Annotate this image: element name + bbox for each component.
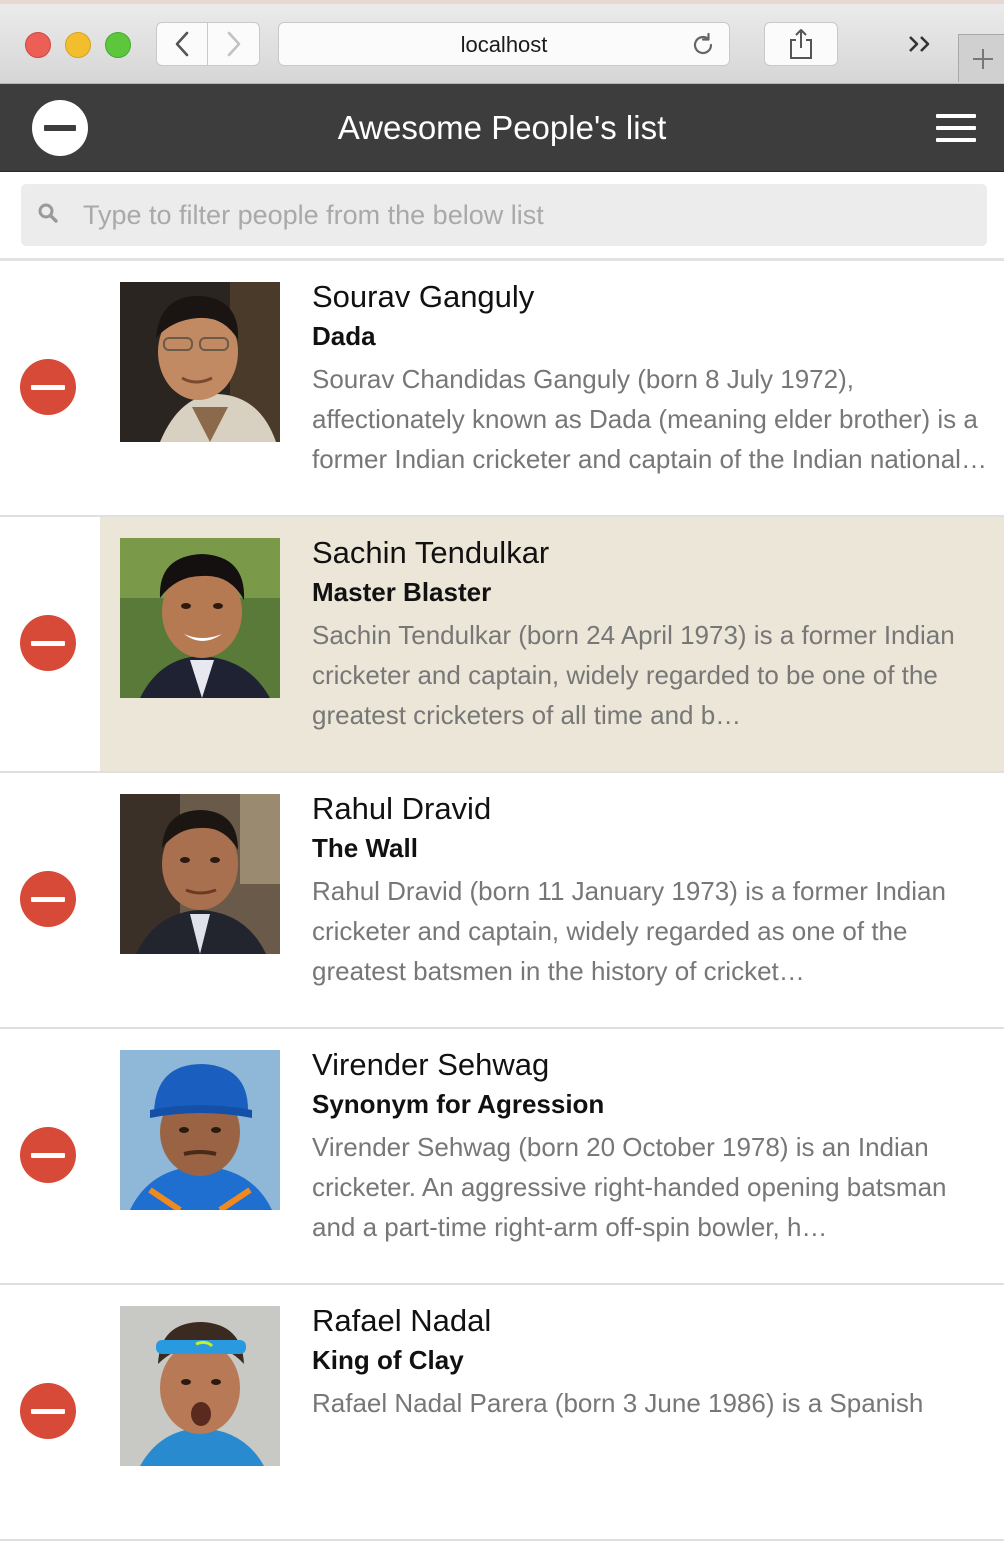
chevron-left-icon [175,31,189,57]
person-info: Virender Sehwag Synonym for Agression Vi… [312,1045,996,1247]
person-bio: Rahul Dravid (born 11 January 1973) is a… [312,876,946,986]
person-name: Virender Sehwag [312,1047,550,1082]
search-box [21,184,987,246]
person-nickname: The Wall [312,833,418,863]
minimize-window-button[interactable] [65,32,91,58]
delete-button[interactable] [20,1127,76,1183]
page-title: Awesome People's list [337,109,667,146]
list-item[interactable]: Virender Sehwag Synonym for Agression Vi… [0,1029,1004,1285]
people-list: Sourav Ganguly Dada Sourav Chandidas Gan… [0,261,1004,1541]
search-input[interactable] [83,184,963,246]
chevron-right-icon [227,31,240,57]
new-tab-button[interactable] [958,34,1004,82]
search-icon [38,203,58,223]
history-nav [156,22,262,66]
person-name: Sachin Tendulkar [312,535,550,570]
delete-button[interactable] [20,1383,76,1439]
person-photo [120,1050,280,1210]
list-item[interactable]: Rafael Nadal King of Clay Rafael Nadal P… [0,1285,1004,1541]
back-button[interactable] [156,22,208,66]
person-nickname: Dada [312,321,376,351]
minus-icon [31,896,65,902]
plus-icon [973,48,993,69]
list-item[interactable]: Rahul Dravid The Wall Rahul Dravid (born… [0,773,1004,1029]
zoom-window-button[interactable] [105,32,131,58]
person-photo [120,538,280,698]
person-name: Rafael Nadal [312,1303,492,1338]
person-info: Rafael Nadal King of Clay Rafael Nadal P… [312,1301,996,1423]
person-info: Sourav Ganguly Dada Sourav Chandidas Gan… [312,277,996,479]
person-info: Sachin Tendulkar Master Blaster Sachin T… [312,533,996,735]
forward-button[interactable] [208,22,260,66]
browser-toolbar: localhost [0,0,1004,84]
search-bar [0,172,1004,261]
person-nickname: King of Clay [312,1345,464,1375]
person-photo [120,1306,280,1466]
close-window-button[interactable] [25,32,51,58]
person-bio: Sachin Tendulkar (born 24 April 1973) is… [312,620,955,730]
person-name: Sourav Ganguly [312,279,535,314]
person-bio: Sourav Chandidas Ganguly (born 8 July 19… [312,364,978,474]
person-nickname: Master Blaster [312,577,492,607]
share-icon [790,29,812,59]
person-info: Rahul Dravid The Wall Rahul Dravid (born… [312,789,996,991]
person-bio: Virender Sehwag (born 20 October 1978) i… [312,1132,947,1242]
minus-icon [31,640,65,646]
delete-button[interactable] [20,359,76,415]
delete-button[interactable] [20,615,76,671]
address-bar[interactable]: localhost [278,22,730,66]
share-button[interactable] [764,22,838,66]
person-photo [120,282,280,442]
double-chevron-icon[interactable] [902,28,942,60]
window-top-edge [0,0,1004,4]
app-header: Awesome People's list [0,84,1004,172]
list-item[interactable]: Sachin Tendulkar Master Blaster Sachin T… [0,517,1004,773]
person-nickname: Synonym for Agression [312,1089,605,1119]
address-text: localhost [460,32,548,57]
reload-icon[interactable] [689,31,717,59]
minus-icon [31,384,65,390]
person-name: Rahul Dravid [312,791,492,826]
person-photo [120,794,280,954]
person-bio: Rafael Nadal Parera (born 3 June 1986) i… [312,1388,924,1418]
delete-button[interactable] [20,871,76,927]
list-item[interactable]: Sourav Ganguly Dada Sourav Chandidas Gan… [0,261,1004,517]
hamburger-menu-icon[interactable] [936,114,976,144]
minus-icon [31,1152,65,1158]
minus-icon [31,1408,65,1414]
